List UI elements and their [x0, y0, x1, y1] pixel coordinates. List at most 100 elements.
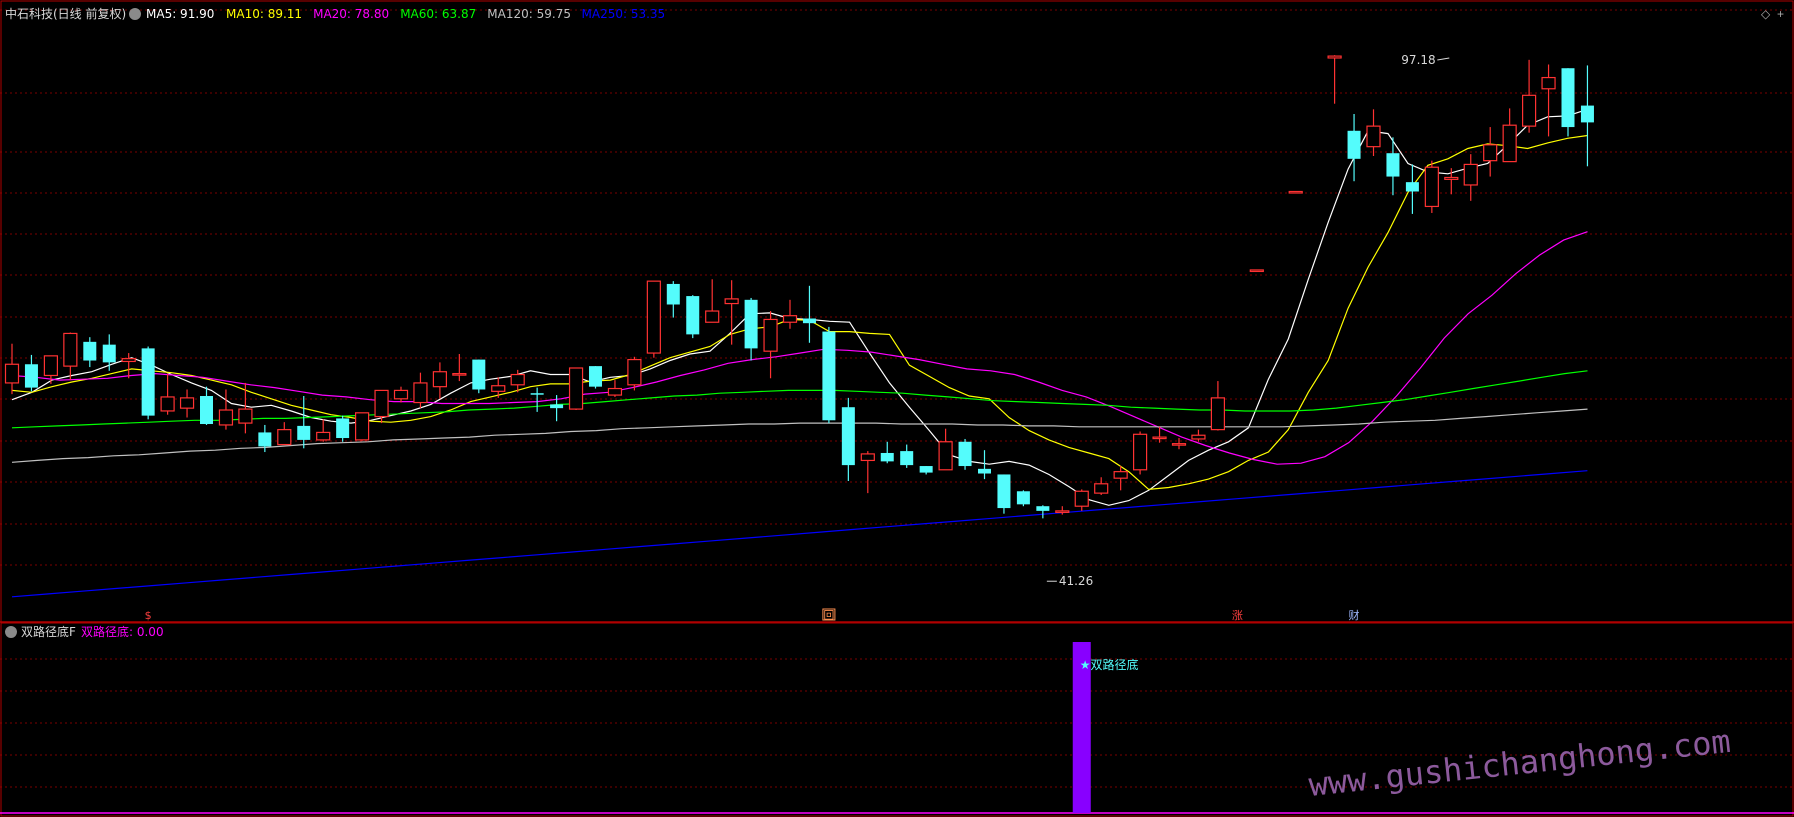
candle[interactable] — [822, 326, 836, 424]
candle-body-up — [1074, 490, 1089, 507]
candle[interactable] — [1016, 490, 1030, 507]
event-marker[interactable]: 回 — [823, 609, 834, 622]
candle-body-up — [1191, 434, 1206, 440]
stock-chart[interactable]: 97.18 41.26 $ 回 涨 财 ★双路径底 ◇ + 中石科技(日线 前复权) M… — [0, 0, 1794, 817]
candle-body-down — [1580, 105, 1594, 123]
candle-body-up — [1055, 510, 1070, 513]
candle[interactable] — [958, 438, 972, 470]
candle-body-up — [355, 412, 370, 441]
candle-body-down — [686, 296, 700, 335]
legend-item: MA10: 89.11 — [226, 7, 302, 21]
candle-body-up — [4, 363, 20, 384]
candle-body-down — [744, 299, 758, 349]
candle-body-up — [607, 387, 623, 396]
candle-body-down — [841, 407, 855, 466]
candle-body-up — [1521, 94, 1537, 127]
indicator-legend: 双路径底: 0.00 — [81, 624, 164, 639]
candle-body-up — [413, 382, 428, 404]
candle-body-up — [1288, 190, 1303, 194]
candle[interactable] — [1561, 68, 1575, 137]
candle-body-down — [1386, 153, 1400, 177]
candle-body-up — [1463, 163, 1478, 186]
legend-item: MA120: 59.75 — [487, 7, 571, 21]
candle-body-up — [121, 358, 136, 363]
candle[interactable] — [1132, 431, 1148, 475]
candle-body-up — [393, 389, 409, 400]
candle[interactable] — [646, 280, 661, 358]
candle-body-down — [336, 418, 350, 439]
candle-body-up — [705, 310, 720, 323]
candle-body-up — [1132, 433, 1148, 471]
candle-body-up — [1210, 397, 1226, 431]
candle-body-up — [277, 429, 292, 446]
candle-body-up — [1152, 436, 1167, 440]
candle-body-up — [724, 298, 739, 305]
candle-body-down — [1347, 130, 1361, 159]
candle-body-down — [900, 451, 914, 466]
candle-body-up — [160, 396, 175, 412]
candle[interactable] — [589, 366, 602, 389]
legend-item: 双路径底: 0.00 — [81, 624, 164, 639]
candle[interactable] — [355, 412, 370, 441]
event-marker[interactable]: 涨 — [1232, 609, 1243, 622]
candle[interactable] — [568, 367, 584, 411]
candle-body-up — [452, 372, 467, 376]
legend-item: MA20: 78.80 — [313, 7, 389, 21]
candle-body-down — [1036, 506, 1050, 511]
candle-body-down — [822, 331, 836, 421]
diamond-icon[interactable]: ◇ — [1761, 7, 1771, 21]
candle-body-up — [568, 367, 584, 410]
candle[interactable] — [997, 474, 1011, 514]
candle-body-down — [919, 466, 933, 473]
candle-body-up — [374, 389, 389, 418]
candle-body-down — [530, 393, 544, 395]
candle-body-down — [297, 425, 311, 440]
chart-title: 中石科技(日线 前复权) — [5, 6, 126, 21]
event-marker[interactable]: $ — [145, 609, 152, 622]
candle[interactable] — [627, 356, 642, 391]
settings-icon[interactable] — [129, 8, 141, 20]
candle-body-up — [627, 358, 642, 386]
legend-item: MA5: 91.90 — [146, 7, 214, 21]
candle-body-down — [258, 432, 272, 447]
candle-body-up — [1249, 269, 1264, 273]
candle-body-up — [238, 408, 253, 424]
candle-body-down — [102, 344, 116, 363]
candle-body-down — [1561, 68, 1575, 128]
plus-icon[interactable]: + — [1777, 7, 1784, 21]
candle-body-down — [550, 404, 564, 409]
candle[interactable] — [1288, 190, 1303, 194]
candle-body-down — [880, 452, 894, 462]
candle[interactable] — [472, 359, 486, 394]
candle-body-up — [1366, 125, 1381, 148]
indicator-title: 双路径底F — [21, 624, 76, 639]
candle-body-down — [589, 366, 602, 387]
candle-body-up — [1171, 443, 1187, 446]
candle-body-up — [646, 280, 661, 354]
candle[interactable] — [141, 346, 155, 420]
candle[interactable] — [1249, 269, 1264, 273]
event-marker[interactable]: 财 — [1349, 608, 1360, 622]
candle-body-down — [83, 341, 97, 361]
candle-body-up — [1113, 471, 1128, 479]
candle-body-down — [472, 359, 486, 390]
candle-body-up — [860, 453, 875, 462]
candle-body-up — [1541, 76, 1556, 90]
candle-body-down — [978, 468, 991, 474]
candle-body-down — [141, 348, 155, 416]
candle[interactable] — [686, 295, 700, 339]
candle-body-up — [43, 355, 59, 377]
candle-body-up — [1483, 144, 1498, 162]
candle-body-up — [1327, 55, 1342, 59]
candle-body-up — [491, 385, 506, 392]
candle-body-up — [763, 318, 778, 352]
legend-item: MA250: 53.35 — [582, 7, 666, 21]
candle-body-up — [782, 315, 798, 323]
candle[interactable] — [336, 415, 350, 442]
candle-body-up — [179, 397, 195, 409]
candle[interactable] — [1424, 160, 1439, 213]
candle-body-up — [218, 409, 234, 426]
indicator-settings-icon[interactable] — [5, 626, 17, 638]
candle-body-down — [200, 396, 213, 425]
candle-body-down — [1016, 491, 1030, 505]
